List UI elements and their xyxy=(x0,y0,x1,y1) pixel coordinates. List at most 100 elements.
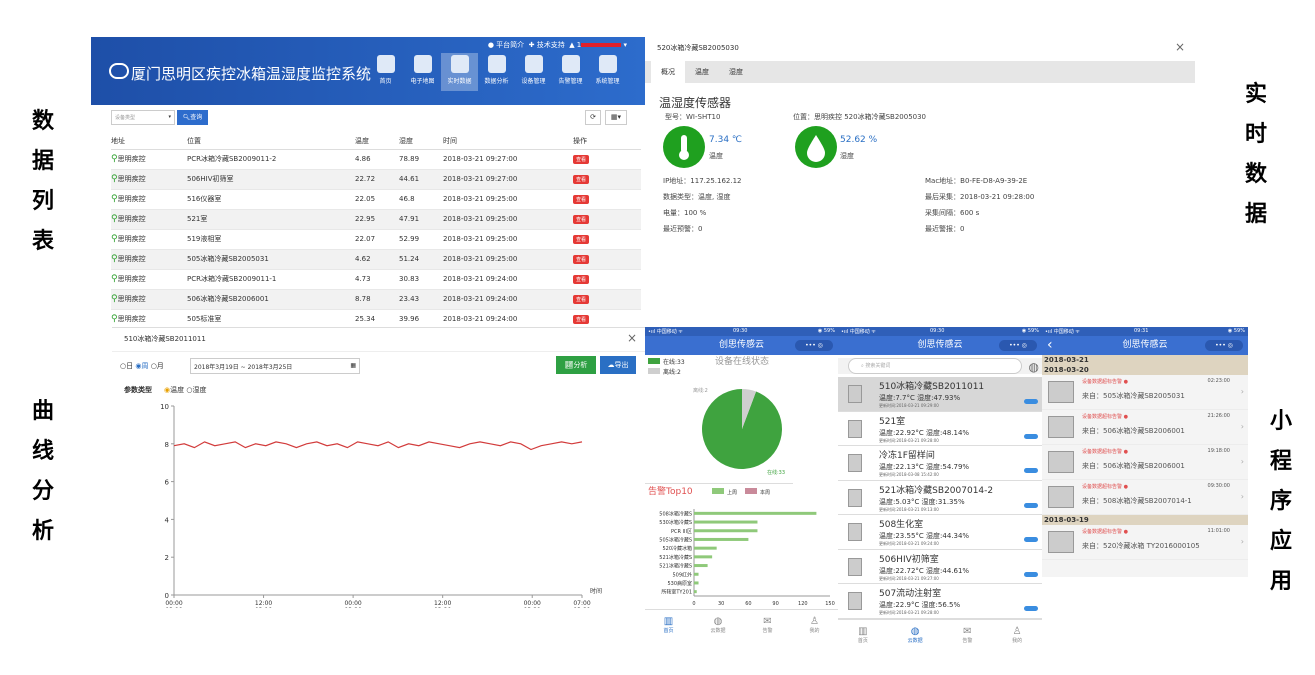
device-list-item[interactable]: 506HIV初筛室 温度:22.72°C 湿度:44.61% 更新时间:2018-0… xyxy=(838,549,1042,584)
query-button[interactable]: 🔍︎查询 xyxy=(177,110,208,125)
table-row: ⚲思明疾控 505标准室 25.34 39.96 2018-03-21 09:24:00… xyxy=(111,309,641,327)
alarm-top10-bar-chart: 告警Top10 上周 本周 508冰箱冷藏S 530冰箱冷藏S PCR III区505冰箱… xyxy=(648,485,835,607)
nav-item[interactable]: 实时数据 xyxy=(441,53,478,91)
app-title: 创思传感云 xyxy=(718,340,764,350)
close-icon[interactable]: × xyxy=(1175,40,1185,54)
alarm-item[interactable]: 设备数据超标告警 ● 19:18:00 来自：506冰箱冷藏SB2006001 › xyxy=(1042,445,1248,480)
globe-icon: ◍ xyxy=(713,616,723,627)
nav-item[interactable]: 告警管理 xyxy=(552,53,589,91)
tab-cloud[interactable]: ◍ 云数据 xyxy=(908,620,923,647)
alarm-time: 21:26:00 xyxy=(1207,413,1230,419)
nav-item[interactable]: 设备管理 xyxy=(515,53,552,91)
y-tick-label: 8 xyxy=(165,441,169,449)
radio-week[interactable]: ◉周 xyxy=(135,362,148,370)
top-link-support[interactable]: ✚ 技术支持 xyxy=(529,41,565,49)
battery-indicator: ◉ 59% xyxy=(1227,328,1245,334)
device-list-item[interactable]: 510冰箱冷藏SB2011011 温度:7.7°C 湿度:47.93% 更新时间:2… xyxy=(838,377,1042,412)
search-input[interactable]: ⌕ 搜索关键词 xyxy=(848,358,1022,374)
radio-month[interactable]: ○月 xyxy=(151,362,164,370)
temp-label: 温度 xyxy=(709,152,723,160)
battery-indicator: ◉ 59% xyxy=(817,328,835,334)
alarm-item[interactable]: 设备数据超标告警 ● 11:01:00 来自：520冷藏冰箱 TY201600010… xyxy=(1042,525,1248,560)
table-column-header: 位置 xyxy=(187,133,355,150)
tab-alarm-label: 告警 xyxy=(762,628,773,634)
view-button[interactable]: 查看 xyxy=(573,294,590,304)
top-link-intro[interactable]: ● 平台简介 xyxy=(488,41,524,49)
refresh-button[interactable]: ⟳ xyxy=(585,110,601,125)
tab-mine[interactable]: ♙ 我的 xyxy=(1012,620,1022,647)
tab-mine[interactable]: ♙ 我的 xyxy=(809,610,819,637)
side-label-char: 应 xyxy=(1269,529,1292,554)
tab-home[interactable]: ▥ 首页 xyxy=(663,610,673,637)
alarm-item[interactable]: 设备数据超标告警 ● 09:30:00 来自：508冰箱冷藏SB2007014-1 › xyxy=(1042,480,1248,515)
alarm-item[interactable]: 设备数据超标告警 ● 21:26:00 来自：506冰箱冷藏SB2006001 › xyxy=(1042,410,1248,445)
nav-item[interactable]: 数据分析 xyxy=(478,53,515,91)
back-icon[interactable]: ‹ xyxy=(1047,336,1053,355)
radio-day[interactable]: ○日 xyxy=(120,362,133,370)
device-list-item[interactable]: 507流动注射室 温度:22.9°C 湿度:56.5% 更新时间:2018-03-2… xyxy=(838,584,1042,619)
cell-position: 506HIV初筛室 xyxy=(187,169,355,190)
category-label: 521冰箱冷藏S xyxy=(659,554,692,561)
tab-temperature[interactable]: 温度 xyxy=(685,61,719,83)
chevron-right-icon: › xyxy=(1240,387,1244,396)
x-tick-label: 00:00 xyxy=(344,600,361,607)
nav-item[interactable]: 首页 xyxy=(367,53,404,91)
view-button[interactable]: 查看 xyxy=(573,174,590,184)
table-row: ⚲思明疾控 521室 22.95 47.91 2018-03-21 09:25:00 查看 xyxy=(111,209,641,230)
x-tick-label: 150 xyxy=(825,601,835,607)
location-pin-icon: ⚲ xyxy=(111,274,118,284)
nav-item[interactable]: 电子地图 xyxy=(404,53,441,91)
view-button[interactable]: 查看 xyxy=(573,214,590,224)
view-button[interactable]: 查看 xyxy=(573,274,590,284)
tab-cloud[interactable]: ◍ 云数据 xyxy=(710,610,725,637)
view-button[interactable]: 查看 xyxy=(573,194,590,204)
cell-address: ⚲思明疾控 xyxy=(111,309,187,327)
user-name-redacted xyxy=(581,43,622,47)
capsule-menu[interactable]: ••• ◎ xyxy=(1205,340,1243,351)
status-time: 09:30 xyxy=(733,328,748,334)
tab-alarm[interactable]: ✉ 告警 xyxy=(762,610,772,637)
view-button[interactable]: 查看 xyxy=(573,314,590,324)
view-button[interactable]: 查看 xyxy=(573,234,590,244)
alarm-list: 2018-03-21 2018-03-20 设备数据超标告警 ● 02:23:00 来自… xyxy=(1042,355,1248,560)
miniapp-cloud-data-phone: •ııl 中国移动 ᯤ 09:30 ◉ 59% 创思传感云 ••• ◎ ⌕ 搜索关键词… xyxy=(838,327,1042,647)
device-list-item[interactable]: 冷冻1F留样间 温度:22.13°C 湿度:54.79% 更新时间:2018-03-… xyxy=(838,446,1042,481)
tab-alarm-label: 告警 xyxy=(962,638,973,644)
analyze-button[interactable]: 📈︎分析 xyxy=(556,356,596,374)
side-label-miniapp: 小程序应用 xyxy=(1266,402,1296,602)
side-label-char: 小 xyxy=(1269,409,1292,434)
view-button[interactable]: 查看 xyxy=(573,154,590,164)
radio-temp-label: 温度 xyxy=(170,386,185,394)
columns-button[interactable]: ▦▾ xyxy=(605,110,627,125)
curve-analysis-panel: 510冰箱冷藏SB2011011 × ○日 ◉周 ○月 2018年3月19日 ~ … xyxy=(112,327,645,609)
tab-humidity[interactable]: 湿度 xyxy=(719,61,753,83)
tab-overview[interactable]: 概况 xyxy=(651,61,685,83)
alarm-item[interactable]: 设备数据超标告警 ● 02:23:00 来自：505冰箱冷藏SB2005031 › xyxy=(1042,375,1248,410)
globe-icon[interactable]: ◍ xyxy=(1029,360,1039,374)
device-list-item[interactable]: 521冰箱冷藏SB2007014-2 温度:5.03°C 湿度:31.35% 更新时… xyxy=(838,480,1042,515)
device-list-item[interactable]: 508生化室 温度:23.55°C 湿度:44.34% 更新时间:2018-03-2… xyxy=(838,515,1042,550)
tab-home[interactable]: ▥ 首页 xyxy=(858,620,868,647)
capsule-menu[interactable]: ••• ◎ xyxy=(999,340,1037,351)
device-type-select[interactable]: 设备类型 ▾ xyxy=(111,110,175,125)
capsule-menu[interactable]: ••• ◎ xyxy=(795,340,833,351)
nav-item[interactable]: 系统管理 xyxy=(589,53,626,91)
side-label-char: 数 xyxy=(1244,162,1267,187)
pie-label-online: 在线:33 xyxy=(767,469,785,476)
device-list-item[interactable]: 521室 温度:22.92°C 湿度:48.14% 更新时间:2018-03-21 … xyxy=(838,411,1042,446)
close-icon[interactable]: × xyxy=(627,331,637,345)
device-name: 冷冻1F留样间 xyxy=(879,451,935,461)
tab-alarm[interactable]: ✉ 告警 xyxy=(962,620,972,647)
legend-swatch-offline xyxy=(648,368,660,374)
category-label: 508冰箱冷藏S xyxy=(659,510,692,517)
device-thumbnail xyxy=(848,454,862,472)
top-link-user[interactable]: ▲ 1 xyxy=(569,41,581,49)
export-button[interactable]: ☁导出 xyxy=(600,356,636,374)
cloud-upload-icon: ☁ xyxy=(607,361,615,369)
category-label: 530病原室 xyxy=(667,580,692,587)
view-button[interactable]: 查看 xyxy=(573,254,590,264)
cell-humidity: 23.43 xyxy=(399,289,443,310)
bar xyxy=(694,564,708,568)
date-range-input[interactable]: 2018年3月19日 ~ 2018年3月25日 ▦ xyxy=(190,358,360,374)
app-title-bar: 创思传感云 ••• ◎ xyxy=(645,336,838,355)
